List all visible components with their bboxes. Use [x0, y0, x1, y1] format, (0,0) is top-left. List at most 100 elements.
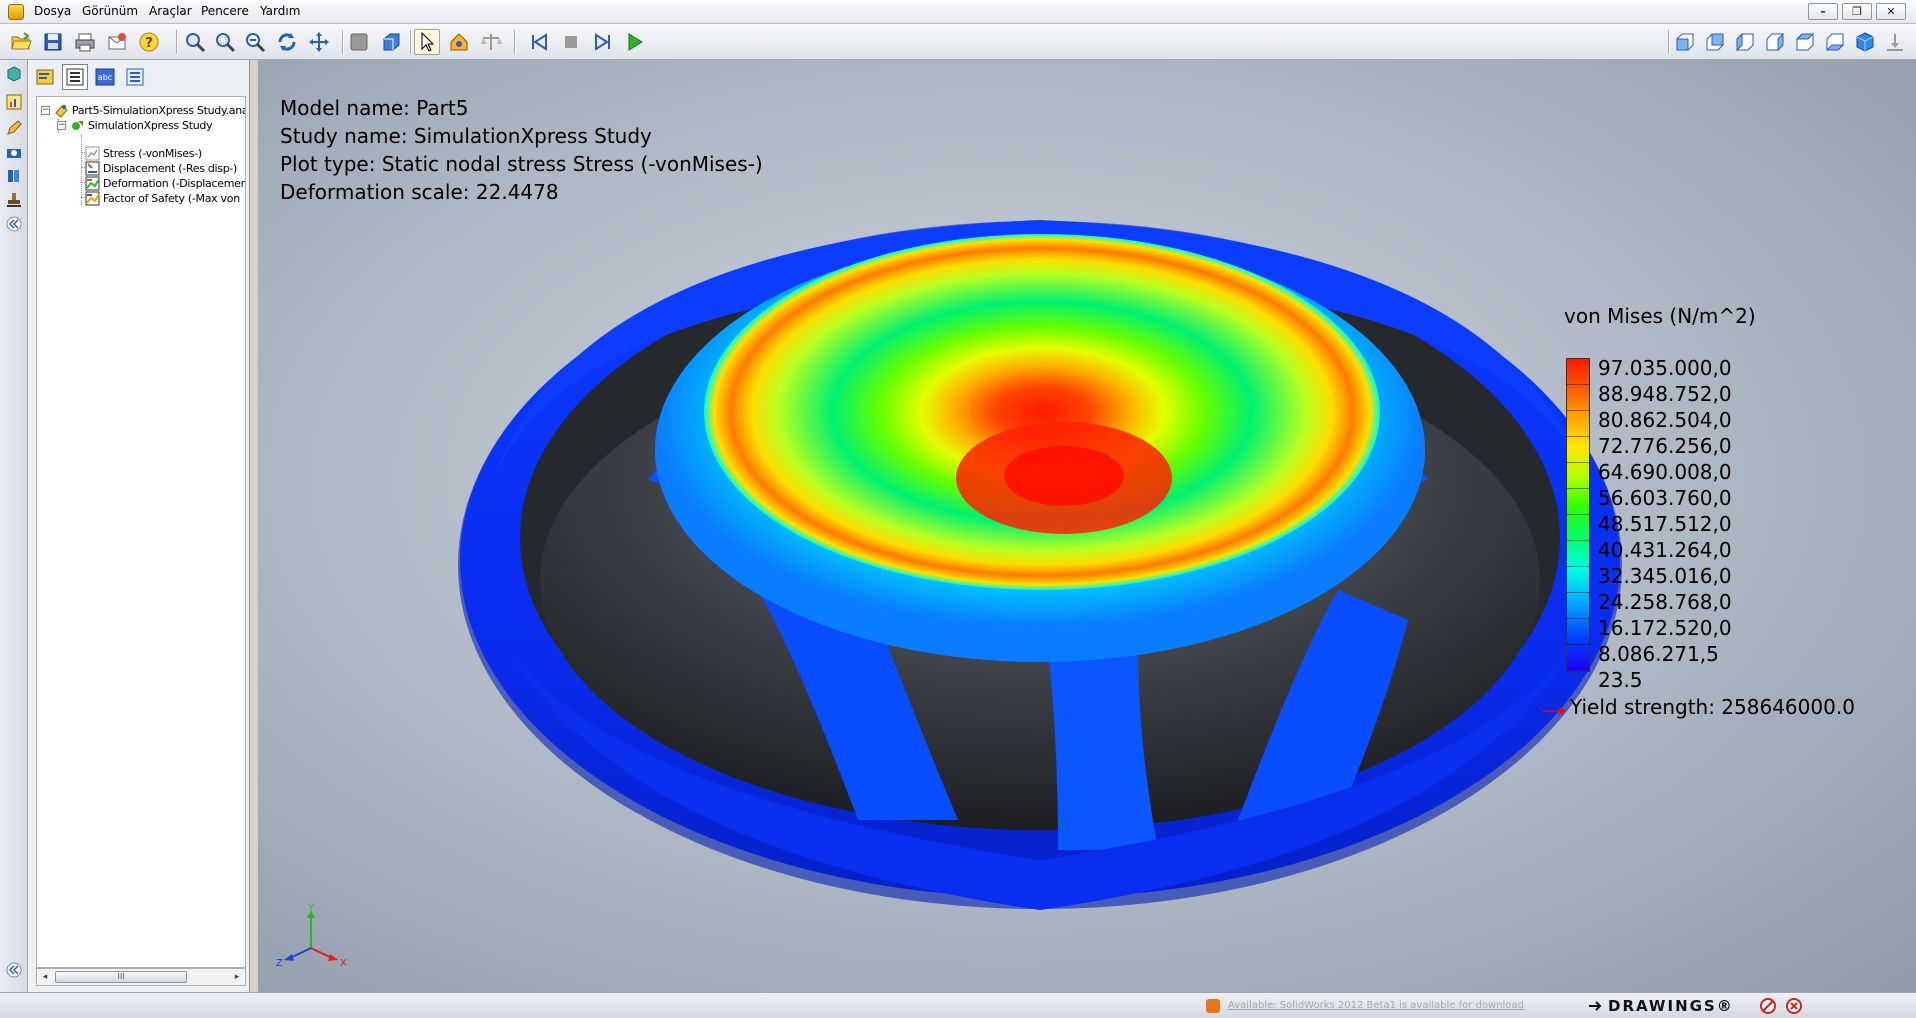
- section-view-icon: [383, 33, 400, 51]
- legend-tick: [1566, 462, 1590, 463]
- measure-button[interactable]: [478, 29, 504, 55]
- tab-study-tree[interactable]: [32, 64, 58, 90]
- library-tab[interactable]: [4, 166, 24, 186]
- scroll-left-arrow[interactable]: ◂: [39, 971, 51, 983]
- stop-circle-icon[interactable]: [1760, 998, 1776, 1014]
- print-button[interactable]: [72, 29, 98, 55]
- error-circle-icon[interactable]: [1786, 998, 1802, 1014]
- view-right-button[interactable]: [1762, 29, 1788, 55]
- menu-window[interactable]: Pencere: [201, 4, 249, 18]
- yield-strength-text: Yield strength: 258646000.0: [1570, 695, 1855, 719]
- view-top-button[interactable]: [1792, 29, 1818, 55]
- tab-feature-list[interactable]: [62, 64, 88, 90]
- study-tree-icon: [36, 69, 54, 85]
- last-frame-button[interactable]: [590, 29, 616, 55]
- folder-open-icon: [11, 32, 32, 50]
- save-button[interactable]: [40, 29, 66, 55]
- tree-study[interactable]: − SimulationXpress Study: [57, 116, 213, 134]
- select-button[interactable]: [414, 29, 440, 55]
- collapse-top-button[interactable]: [4, 214, 24, 234]
- rss-icon[interactable]: [1206, 999, 1220, 1013]
- svg-text:?: ?: [145, 36, 153, 51]
- stop-button[interactable]: [558, 29, 584, 55]
- normal-to-button[interactable]: [1882, 29, 1908, 55]
- legend-value: 40.431.264,0: [1598, 538, 1732, 562]
- toolbar-separator: [410, 30, 412, 54]
- view-front-button[interactable]: [1672, 29, 1698, 55]
- view-bottom-button[interactable]: [1822, 29, 1848, 55]
- color-scale-bar: [1566, 358, 1590, 672]
- legend-value: 88.948.752,0: [1598, 382, 1732, 406]
- horizontal-scrollbar[interactable]: ◂ III ▸: [36, 968, 246, 986]
- pan-icon: [309, 32, 329, 52]
- rotate-button[interactable]: [274, 29, 300, 55]
- collapse-bottom-button[interactable]: [4, 960, 24, 980]
- arrow-logo-icon: [1589, 1001, 1602, 1011]
- feature-tree-panel: abc − Part5-SimulationXpress Study.analy…: [28, 60, 250, 992]
- evaluate-tab[interactable]: [4, 142, 24, 162]
- minimize-button[interactable]: –: [1808, 3, 1838, 20]
- legend-tick: [1566, 514, 1590, 515]
- view-isometric-button[interactable]: [1852, 29, 1878, 55]
- main-toolbar: ?: [0, 24, 1916, 60]
- zoom-to-fit-button[interactable]: [182, 29, 208, 55]
- zoom-button[interactable]: [242, 29, 268, 55]
- legend-value: 32.345.016,0: [1598, 564, 1732, 588]
- menu-file[interactable]: Dosya: [34, 4, 71, 18]
- graphics-viewport[interactable]: Model name: Part5 Study name: Simulation…: [258, 60, 1916, 992]
- view-back-button[interactable]: [1702, 29, 1728, 55]
- yield-arrow-icon: [1543, 707, 1566, 715]
- toolbar-separator: [342, 30, 344, 54]
- legend-tick: [1566, 436, 1590, 437]
- first-frame-button[interactable]: [526, 29, 552, 55]
- view-cube-right-icon: [1766, 32, 1784, 52]
- app-logo-icon[interactable]: [8, 4, 24, 20]
- view-cube-left-icon: [1736, 32, 1754, 52]
- menu-tools[interactable]: Araçlar: [149, 4, 192, 18]
- toolbar-separator: [1668, 30, 1670, 54]
- scroll-right-arrow[interactable]: ▸: [231, 971, 243, 983]
- z-axis-icon: [289, 947, 312, 959]
- rotate-icon: [278, 33, 296, 51]
- menu-view[interactable]: Görünüm: [82, 4, 138, 18]
- close-button[interactable]: ✕: [1876, 3, 1906, 20]
- open-button[interactable]: [8, 29, 34, 55]
- tab-text[interactable]: abc: [92, 64, 118, 90]
- panel-tabs: abc: [32, 64, 148, 94]
- zoom-area-button[interactable]: [212, 29, 238, 55]
- collapse-toggle[interactable]: −: [41, 105, 50, 115]
- section-view-button[interactable]: [378, 29, 404, 55]
- status-message-link[interactable]: Available: SolidWorks 2012 Beta1 is avai…: [1228, 1000, 1524, 1011]
- feature-manager-tab[interactable]: [4, 64, 24, 84]
- tree-item-label: Stress (-vonMises-): [103, 146, 202, 160]
- collapse-toggle[interactable]: −: [57, 120, 66, 130]
- tab-list[interactable]: [122, 64, 148, 90]
- play-button[interactable]: [622, 29, 648, 55]
- sketch-tab[interactable]: [4, 118, 24, 138]
- publish-button[interactable]: [104, 29, 130, 55]
- edit-appearance-button[interactable]: [446, 29, 472, 55]
- status-bar: Available: SolidWorks 2012 Beta1 is avai…: [0, 992, 1916, 1018]
- left-tool-strip: [0, 60, 28, 992]
- tree-item-label: Displacement (-Res disp-): [103, 161, 238, 175]
- window-controls: – ❐ ✕: [1808, 3, 1906, 20]
- legend-value: 64.690.008,0: [1598, 460, 1732, 484]
- stamp-tab[interactable]: [4, 190, 24, 210]
- pan-button[interactable]: [306, 29, 332, 55]
- tree-item-factor-of-safety[interactable]: Factor of Safety (-Max von: [85, 189, 240, 207]
- legend-value: 23.5: [1598, 668, 1643, 692]
- tree-item-label: Factor of Safety (-Max von: [103, 191, 240, 205]
- restore-button[interactable]: ❐: [1842, 3, 1872, 20]
- factor-of-safety-icon: [85, 191, 100, 206]
- scroll-thumb[interactable]: III: [55, 971, 187, 983]
- menu-help[interactable]: Yardım: [260, 4, 300, 18]
- publish-icon: [108, 33, 126, 50]
- property-manager-tab[interactable]: [4, 92, 24, 112]
- text-abc-icon: abc: [95, 68, 115, 86]
- view-left-button[interactable]: [1732, 29, 1758, 55]
- study-icon: [70, 118, 85, 133]
- help-button[interactable]: ?: [136, 29, 162, 55]
- stop-icon: [565, 36, 577, 48]
- shaded-button[interactable]: [346, 29, 372, 55]
- legend-tick: [1566, 566, 1590, 567]
